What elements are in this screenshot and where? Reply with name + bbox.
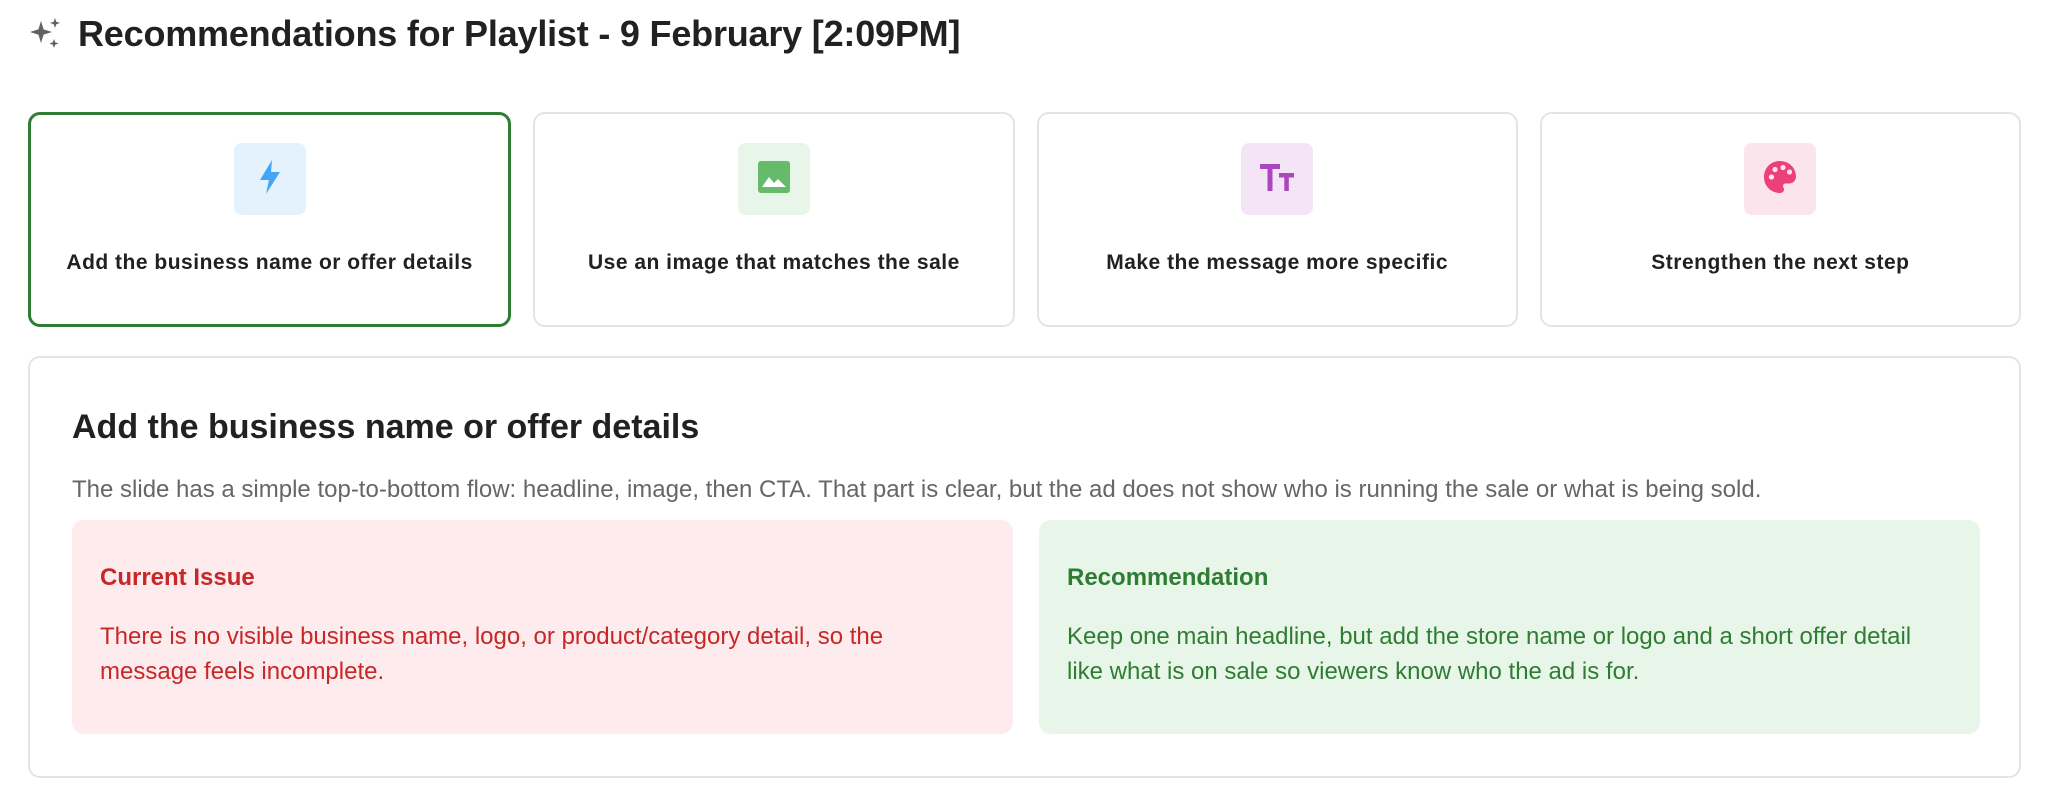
lightning-bolt-icon <box>255 159 285 200</box>
image-icon <box>757 160 791 199</box>
current-issue-panel: Current Issue There is no visible busine… <box>72 520 1013 734</box>
card-label: Make the message more specific <box>1106 251 1449 274</box>
recommendation-text: Keep one main headline, but add the stor… <box>1067 623 1912 685</box>
card-icon-box <box>233 143 306 215</box>
card-image-match[interactable]: Use an image that matches the sale <box>533 112 1015 327</box>
text-size-icon <box>1258 161 1296 198</box>
detail-description: The slide has a simple top-to-bottom flo… <box>72 476 1762 503</box>
card-icon-box <box>1744 143 1817 215</box>
recommendation-detail: Add the business name or offer details T… <box>28 356 2021 778</box>
card-label: Strengthen the next step <box>1651 251 1910 274</box>
recommendation-cards: Add the business name or offer details U… <box>28 112 2021 327</box>
recommendation-panel: Recommendation Keep one main headline, b… <box>1039 520 1980 734</box>
card-label: Add the business name or offer details <box>66 251 473 274</box>
card-next-step[interactable]: Strengthen the next step <box>1539 112 2021 327</box>
sparkle-icon <box>28 17 62 51</box>
card-icon-box <box>737 143 810 215</box>
issue-title: Current Issue <box>100 564 255 591</box>
card-message-specific[interactable]: Make the message more specific <box>1036 112 1518 327</box>
card-business-name[interactable]: Add the business name or offer details <box>28 112 512 327</box>
issue-text: There is no visible business name, logo,… <box>100 623 884 685</box>
card-label: Use an image that matches the sale <box>587 251 960 274</box>
palette-icon <box>1762 159 1798 200</box>
detail-title: Add the business name or offer details <box>72 408 700 446</box>
page-header: Recommendations for Playlist - 9 Februar… <box>28 12 960 56</box>
page-title: Recommendations for Playlist - 9 Februar… <box>78 13 961 54</box>
recommendation-title: Recommendation <box>1067 564 1269 591</box>
recommendations-page: Recommendations for Playlist - 9 Februar… <box>0 0 2048 806</box>
card-icon-box <box>1241 143 1314 215</box>
